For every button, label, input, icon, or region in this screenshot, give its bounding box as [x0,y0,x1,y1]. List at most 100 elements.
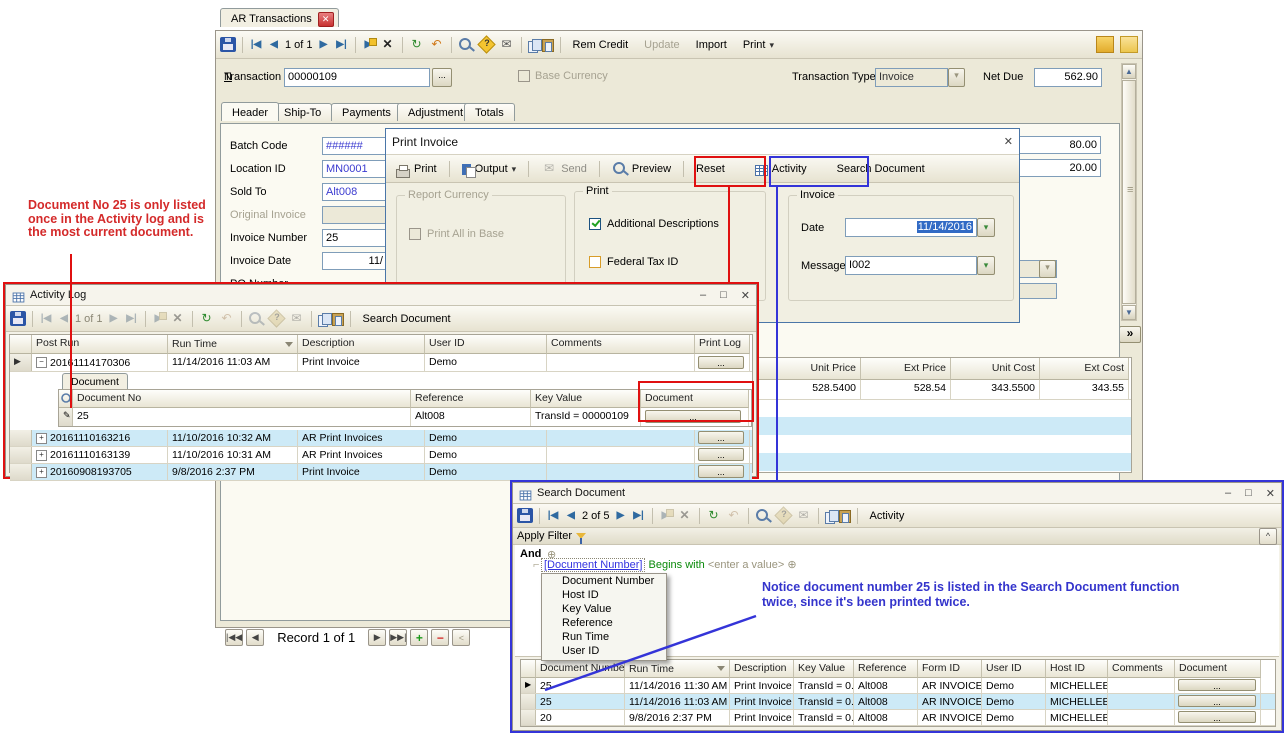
activity-row-4[interactable]: +20160908193705 9/8/2016 2:37 PM Print I… [10,464,752,481]
record-next-button[interactable]: ▶ [368,629,386,646]
record-delete-button[interactable]: − [431,629,449,646]
federal-tax-id-checkbox[interactable] [589,256,601,268]
column-document[interactable]: Document [641,390,749,408]
save-icon[interactable] [517,508,533,523]
dropdown-item-host-id[interactable]: Host ID [542,588,666,602]
record-collapse-button[interactable]: < [452,629,470,646]
record-first-button[interactable]: |◀◀ [225,629,243,646]
scroll-thumb[interactable] [1122,80,1136,304]
undo-icon[interactable] [429,37,445,52]
column-unit-cost[interactable]: Unit Cost [951,358,1040,380]
print-log-button[interactable]: ... [698,448,744,461]
maximize-icon[interactable]: □ [720,289,727,302]
column-document-no[interactable]: Document No [73,390,411,408]
paste-icon[interactable] [332,313,344,326]
invoice-date-field[interactable]: 11/ [322,252,387,270]
column-reference[interactable]: Reference [411,390,531,408]
document-button[interactable]: ... [645,410,741,423]
transaction-no-input[interactable]: 00000109 [284,68,430,87]
date-dropdown-button[interactable]: ▾ [977,218,995,237]
activity-button[interactable]: Activity [864,508,911,524]
help-icon[interactable] [477,35,495,53]
next-record-icon[interactable] [614,508,628,523]
column-key-value[interactable]: Key Value [794,660,854,678]
scroll-up-button[interactable]: ▲ [1122,64,1136,79]
last-record-icon[interactable] [335,37,349,52]
next-record-icon[interactable] [317,37,331,52]
column-post-run[interactable]: Post Run [32,335,168,354]
close-icon[interactable]: ✕ [1266,487,1275,500]
column-print-log[interactable]: Print Log [695,335,750,354]
minimize-icon[interactable]: – [700,289,706,302]
activity-row-2[interactable]: +20161110163216 11/10/2016 10:32 AM AR P… [10,430,752,447]
expand-row-icon[interactable]: + [36,433,47,444]
dropdown-item-key-value[interactable]: Key Value [542,602,666,616]
tab-payments[interactable]: Payments [331,103,402,121]
preview-button[interactable]: Preview [606,159,677,178]
save-icon[interactable] [220,37,236,52]
column-description[interactable]: Description [298,335,425,354]
date-field[interactable]: 11/14/2016 [845,218,977,237]
search-document-button[interactable]: Search Document [831,161,931,177]
copy-icon[interactable] [825,512,835,524]
search-row-1[interactable]: ▶ 25 11/14/2016 11:30 AM Print Invoice T… [521,678,1275,694]
expand-row-icon[interactable]: + [36,467,47,478]
new-record-icon[interactable] [362,37,376,52]
column-form-id[interactable]: Form ID [918,660,982,678]
print-button[interactable]: Print [390,161,443,177]
vertical-scrollbar[interactable]: ▲ ▼ [1121,63,1137,321]
maximize-icon[interactable]: □ [1245,487,1252,500]
close-icon[interactable]: ✕ [741,289,750,302]
detail-grid-row[interactable]: 528.5400 528.54 343.5500 343.55 [757,380,1131,400]
subgrid-search-icon[interactable] [59,390,73,408]
document-subtab[interactable]: Document [62,373,128,389]
document-button[interactable]: ... [1178,711,1256,723]
tab-ship-to[interactable]: Ship-To [273,103,332,121]
column-reference[interactable]: Reference [854,660,918,678]
last-record-icon[interactable] [632,508,646,523]
users-icon[interactable] [1096,36,1114,53]
refresh-icon[interactable] [199,311,215,326]
subgrid-row[interactable]: ✎ 25 Alt008 TransId = 00000109 ... [59,408,751,426]
filter-field-link[interactable]: [Document Number] [541,558,645,572]
column-user-id[interactable]: User ID [982,660,1046,678]
filter-value-placeholder[interactable]: <enter a value> [708,559,784,571]
record-add-button[interactable]: + [410,629,428,646]
paste-icon[interactable] [839,510,851,523]
column-document-number[interactable]: Document Number [536,660,625,678]
activity-row-3[interactable]: +20161110163139 11/10/2016 10:31 AM AR P… [10,447,752,464]
expand-grid-button[interactable]: » [1119,326,1141,343]
refresh-icon[interactable] [409,37,425,52]
preview-icon[interactable] [459,38,471,50]
tab-adjustment[interactable]: Adjustment [397,103,474,121]
collapse-filter-button[interactable]: ^ [1259,528,1277,545]
record-last-button[interactable]: ▶▶| [389,629,407,646]
previous-record-icon[interactable] [267,37,281,52]
minimize-icon[interactable]: – [1225,487,1231,500]
search-document-button[interactable]: Search Document [357,311,457,327]
column-comments[interactable]: Comments [1108,660,1175,678]
delete-icon[interactable] [380,37,396,52]
column-document[interactable]: Document [1175,660,1261,678]
paste-icon[interactable] [542,39,554,52]
search-row-3[interactable]: 20 9/8/2016 2:37 PM Print Invoice TransI… [521,710,1275,726]
output-button[interactable]: Output [456,161,523,177]
tab-header[interactable]: Header [221,102,279,121]
print-log-button[interactable]: ... [698,431,744,444]
refresh-icon[interactable] [706,508,722,523]
copy-icon[interactable] [528,41,538,53]
notes-icon[interactable] [1120,36,1138,53]
document-button[interactable]: ... [1178,679,1256,691]
reset-button[interactable]: Reset [690,161,731,177]
column-description[interactable]: Description [730,660,794,678]
expand-row-icon[interactable]: + [36,450,47,461]
additional-descriptions-checkbox[interactable] [589,218,601,230]
dropdown-item-user-id[interactable]: User ID [542,644,666,658]
dropdown-item-document-number[interactable]: Document Number [542,574,666,588]
add-condition-icon[interactable]: ⊕ [787,559,796,571]
tab-close-icon[interactable]: ✕ [318,12,334,27]
filter-operator-link[interactable]: Begins with [649,559,705,571]
column-comments[interactable]: Comments [547,335,695,354]
first-record-icon[interactable] [546,508,560,523]
rem-credit-button[interactable]: Rem Credit [567,37,635,53]
